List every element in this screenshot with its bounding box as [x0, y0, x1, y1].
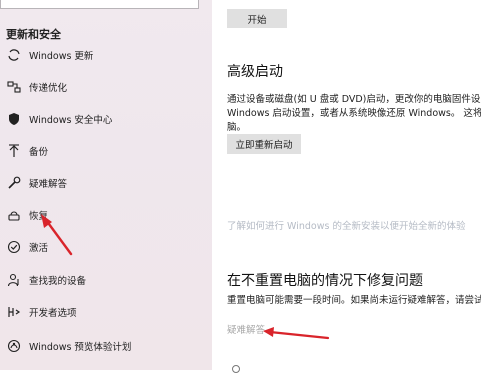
sidebar-item-label: Windows 更新	[29, 51, 94, 62]
insider-icon	[6, 338, 22, 354]
settings-sidebar: 更新和安全 Windows 更新 传递优化 Windows 安全中心 备份 疑难…	[0, 0, 212, 370]
recovery-icon	[6, 207, 22, 223]
start-button[interactable]: 开始	[227, 9, 287, 28]
sidebar-item-windows-insider[interactable]: Windows 预览体验计划	[0, 331, 212, 361]
sidebar-item-label: 传递优化	[29, 83, 68, 94]
wrench-icon	[6, 175, 22, 191]
sidebar-item-label: 激活	[29, 243, 49, 254]
sidebar-item-find-my-device[interactable]: 查找我的设备	[0, 265, 212, 295]
delivery-optimization-icon	[6, 79, 22, 95]
sidebar-item-windows-update[interactable]: Windows 更新	[0, 40, 212, 70]
sidebar-item-label: Windows 安全中心	[29, 115, 113, 126]
advanced-startup-desc-line1: 通过设备或磁盘(如 U 盘或 DVD)启动，更改你的电脑固件设置	[227, 94, 481, 105]
sidebar-item-activation[interactable]: 激活	[0, 232, 212, 262]
check-circle-icon	[6, 239, 22, 255]
sidebar-item-label: 备份	[29, 147, 49, 158]
main-content: 开始 高级启动 通过设备或磁盘(如 U 盘或 DVD)启动，更改你的电脑固件设置…	[212, 0, 481, 373]
person-location-icon	[6, 272, 22, 288]
sync-icon	[6, 47, 22, 63]
sidebar-item-delivery-optimization[interactable]: 传递优化	[0, 72, 212, 102]
sidebar-item-backup[interactable]: 备份	[0, 136, 212, 166]
developer-tools-icon	[6, 304, 22, 320]
radio-circle-icon	[232, 365, 240, 373]
fresh-install-link[interactable]: 了解如何进行 Windows 的全新安装以便开始全新的体验	[227, 218, 465, 232]
sidebar-item-troubleshoot[interactable]: 疑难解答	[0, 168, 212, 198]
restart-now-button[interactable]: 立即重新启动	[227, 134, 301, 154]
fix-problems-title: 在不重置电脑的情况下修复问题	[227, 273, 423, 289]
fix-problems-desc: 重置电脑可能需要一段时间。如果尚未运行疑难解答，请尝试	[227, 295, 481, 306]
annotation-arrow-icon	[263, 327, 330, 340]
shield-icon	[6, 111, 22, 127]
advanced-startup-desc-line3: 脑。	[227, 122, 247, 133]
sidebar-item-developer-options[interactable]: 开发者选项	[0, 297, 212, 327]
search-box-edge[interactable]	[0, 0, 199, 9]
sidebar-item-label: Windows 预览体验计划	[29, 342, 132, 353]
sidebar-item-security-center[interactable]: Windows 安全中心	[0, 104, 212, 134]
advanced-startup-desc-line2: Windows 启动设置，或者从系统映像还原 Windows。 这将重	[227, 108, 481, 119]
advanced-startup-title: 高级启动	[227, 64, 283, 80]
backup-arrow-icon	[6, 143, 22, 159]
sidebar-item-label: 疑难解答	[29, 179, 68, 190]
sidebar-item-recovery[interactable]: 恢复	[0, 200, 212, 230]
troubleshoot-link[interactable]: 疑难解答	[227, 322, 265, 336]
sidebar-item-label: 查找我的设备	[29, 276, 87, 287]
sidebar-item-label: 开发者选项	[29, 308, 77, 319]
sidebar-item-label: 恢复	[29, 211, 49, 222]
